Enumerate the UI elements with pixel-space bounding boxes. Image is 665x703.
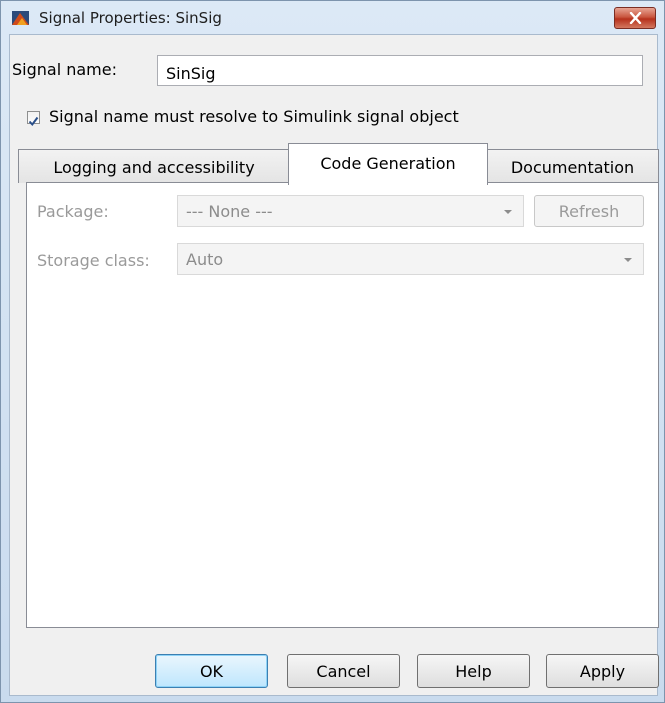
- storage-class-value: Auto: [186, 250, 224, 269]
- storage-class-dropdown[interactable]: Auto: [177, 243, 644, 275]
- resolve-signal-checkbox[interactable]: [27, 111, 40, 127]
- simulink-app-icon: [11, 9, 31, 27]
- tab-label: Logging and accessibility: [53, 158, 255, 177]
- storage-class-label: Storage class:: [37, 251, 150, 270]
- apply-button[interactable]: Apply: [546, 654, 659, 688]
- tab-documentation[interactable]: Documentation: [486, 149, 659, 183]
- chevron-down-icon: [504, 210, 512, 214]
- apply-label: Apply: [579, 662, 626, 681]
- signal-name-label: Signal name:: [12, 60, 117, 79]
- close-button[interactable]: [614, 7, 656, 29]
- code-generation-panel: Package: --- None --- Refresh Storage cl…: [26, 182, 659, 628]
- checkmark-icon: [28, 116, 39, 127]
- signal-name-input[interactable]: [157, 55, 643, 86]
- cancel-label: Cancel: [316, 662, 371, 681]
- tab-label: Code Generation: [320, 154, 456, 173]
- tab-code-generation[interactable]: Code Generation: [288, 143, 488, 185]
- refresh-label: Refresh: [558, 202, 620, 221]
- resolve-signal-label[interactable]: Signal name must resolve to Simulink sig…: [49, 107, 459, 126]
- help-button[interactable]: Help: [417, 654, 530, 688]
- title-bar[interactable]: Signal Properties: SinSig: [1, 1, 664, 35]
- dialog-window: Signal Properties: SinSig Signal name: S…: [0, 0, 665, 703]
- ok-button[interactable]: OK: [155, 654, 268, 688]
- ok-label: OK: [199, 662, 224, 681]
- tab-label: Documentation: [510, 158, 635, 177]
- refresh-button[interactable]: Refresh: [534, 195, 644, 227]
- package-dropdown[interactable]: --- None ---: [177, 195, 524, 227]
- cancel-button[interactable]: Cancel: [287, 654, 400, 688]
- chevron-down-icon: [624, 258, 632, 262]
- tab-logging-and-accessibility[interactable]: Logging and accessibility: [18, 149, 290, 183]
- package-label: Package:: [37, 202, 109, 221]
- window-title: Signal Properties: SinSig: [39, 9, 222, 27]
- dialog-client-area: Signal name: Signal name must resolve to…: [9, 34, 659, 696]
- close-icon: [629, 12, 642, 24]
- package-value: --- None ---: [186, 202, 273, 221]
- help-label: Help: [455, 662, 492, 681]
